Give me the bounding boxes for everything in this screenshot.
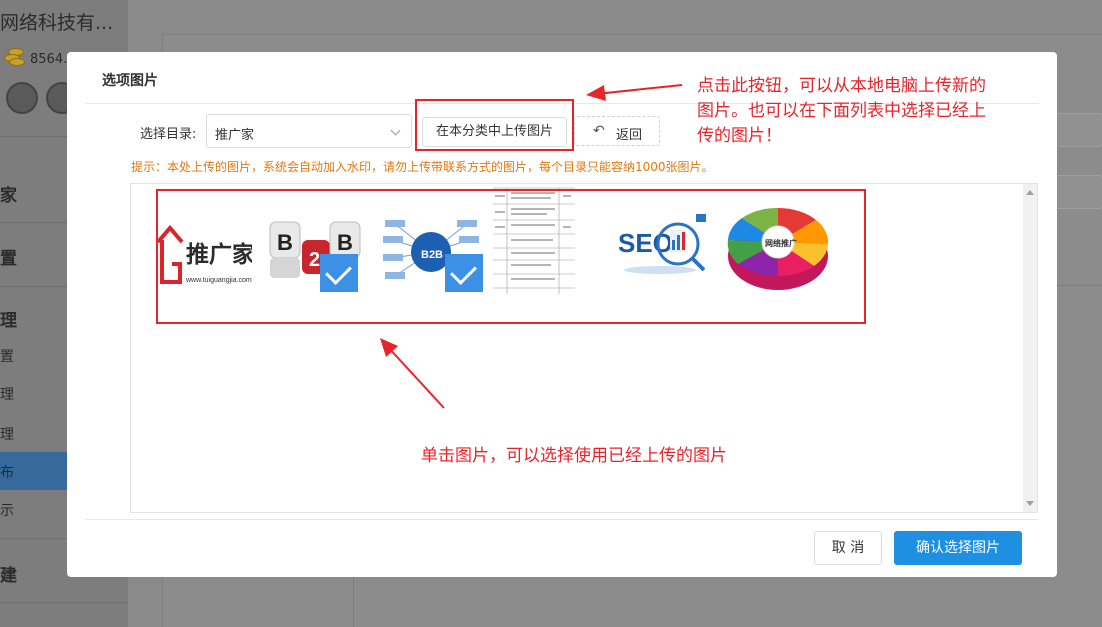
- directory-label: 选择目录:: [140, 127, 197, 142]
- back-button-label: 返回: [616, 128, 643, 143]
- annotation-line: 点击此按钮，可以从本地电脑上传新的: [697, 76, 986, 96]
- gallery-scrollbar[interactable]: [1023, 184, 1037, 512]
- chevron-down-icon: [390, 125, 401, 136]
- sidebar-subitem: 示: [0, 503, 14, 519]
- dialog-title: 选项图片: [102, 73, 158, 89]
- annotation-note-top: 点击此按钮，可以从本地电脑上传新的 图片。也可以在下面列表中选择已经上 传的图片…: [697, 74, 986, 149]
- sidebar-subitem: 理: [0, 387, 14, 403]
- cancel-button[interactable]: 取 消: [814, 531, 882, 565]
- footer-divider: [85, 519, 1039, 520]
- sidebar-item: 置: [0, 249, 17, 269]
- sidebar-divider: [0, 602, 128, 603]
- scroll-down-arrow-icon[interactable]: [1026, 501, 1034, 506]
- sidebar-item: 建: [0, 566, 17, 586]
- sidebar-subitem: 置: [0, 349, 14, 365]
- sidebar-subitem: 布: [0, 465, 14, 481]
- balance: 8564.: [30, 52, 68, 67]
- back-button[interactable]: ↶ 返回: [574, 116, 660, 146]
- annotation-box-upload: [415, 99, 574, 151]
- phone-icon: [6, 82, 38, 114]
- annotation-line: 图片。也可以在下面列表中选择已经上: [697, 101, 986, 121]
- undo-arrow-icon: ↶: [593, 123, 605, 139]
- upload-hint: 提示：本处上传的图片，系统会自动加入水印，请勿上传带联系方式的图片，每个目录只能…: [131, 160, 714, 174]
- sidebar-item: 家: [0, 186, 17, 206]
- annotation-box-gallery: [156, 189, 866, 324]
- directory-select[interactable]: 推广家: [206, 114, 412, 148]
- annotation-line: 传的图片！: [697, 126, 782, 146]
- coin-icon: [4, 48, 26, 68]
- sidebar-subitem: 理: [0, 427, 14, 443]
- scroll-up-arrow-icon[interactable]: [1026, 190, 1034, 195]
- directory-value: 推广家: [215, 128, 255, 143]
- company-name: 网络科技有...: [0, 12, 114, 34]
- annotation-note-bottom: 单击图片，可以选择使用已经上传的图片: [421, 446, 727, 466]
- sidebar-item: 理: [0, 311, 17, 331]
- confirm-select-image-button[interactable]: 确认选择图片: [894, 531, 1022, 565]
